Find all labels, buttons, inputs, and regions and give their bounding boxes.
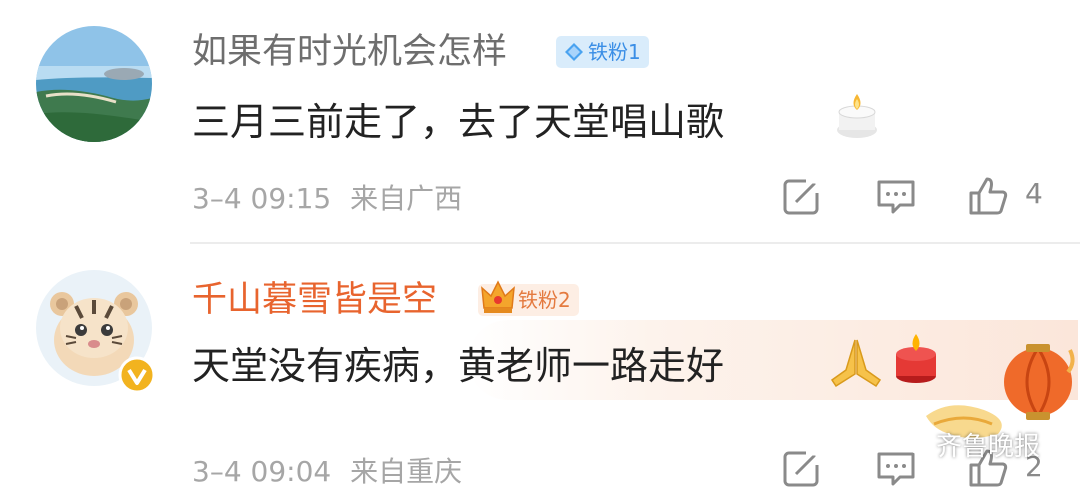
divider (190, 242, 1080, 244)
comment-time: 3–4 09:04 (192, 455, 332, 488)
comment-time: 3–4 09:15 (192, 182, 332, 215)
wechat-icon (896, 427, 929, 454)
like-count: 4 (1025, 177, 1043, 210)
pray-emoji-icon (830, 339, 882, 388)
share-icon[interactable] (782, 448, 822, 488)
badge-label: 铁粉1 (588, 40, 641, 64)
comment-icon[interactable] (876, 176, 916, 216)
thumbs-up-icon[interactable] (968, 176, 1008, 216)
watermark: 齐鲁晚报 (936, 432, 1041, 462)
candle-emoji-icon (837, 94, 877, 138)
username[interactable]: 如果有时光机会怎样 (192, 30, 507, 74)
comment-meta: 3–4 09:04 来自重庆 (192, 450, 462, 490)
comment-item: 如果有时光机会怎样 铁粉1 三月三前走了，去了天堂唱山歌 3–4 09:15 来… (0, 0, 1080, 243)
crown-icon (481, 280, 515, 313)
avatar[interactable] (36, 26, 152, 142)
verified-badge-icon (118, 356, 156, 394)
coast-photo-icon (36, 26, 152, 142)
fan-badge[interactable]: 铁粉2 (478, 280, 579, 316)
comment-location: 来自重庆 (350, 455, 463, 488)
diamond-icon (565, 43, 583, 61)
comment-text: 三月三前走了，去了天堂唱山歌 (192, 100, 725, 144)
comment-text: 天堂没有疾病，黄老师一路走好 (192, 344, 725, 388)
share-icon[interactable] (782, 176, 822, 216)
comment-location: 来自广西 (350, 182, 463, 215)
comment-meta: 3–4 09:15 来自广西 (192, 177, 462, 217)
fan-badge[interactable]: 铁粉1 (556, 36, 649, 68)
username[interactable]: 千山暮雪皆是空 (192, 278, 437, 322)
badge-label: 铁粉2 (518, 288, 571, 312)
